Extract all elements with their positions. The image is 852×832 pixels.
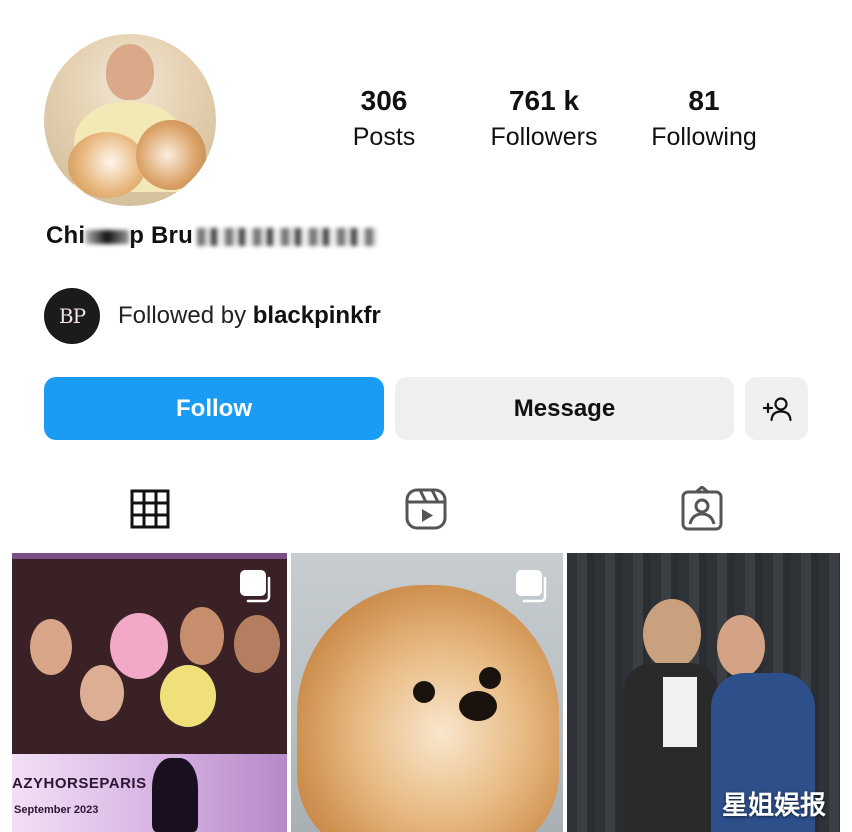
reels-icon — [405, 488, 447, 530]
photo-person — [717, 615, 765, 677]
photo-dog-nose — [459, 691, 497, 721]
photo-person — [160, 665, 216, 727]
posts-stat[interactable]: 306 Posts — [309, 86, 459, 154]
following-stat[interactable]: 81 Following — [629, 86, 779, 154]
multiple-photos-icon — [516, 570, 547, 603]
tab-posts-grid[interactable] — [127, 486, 173, 532]
tab-reels[interactable] — [403, 486, 449, 532]
follow-button[interactable]: Follow — [44, 377, 384, 440]
message-button[interactable]: Message — [395, 377, 734, 440]
followed-by-prefix: Followed by — [118, 302, 247, 329]
photo-dog — [297, 585, 559, 832]
follower-avatar: BP — [44, 288, 100, 344]
post-thumbnail[interactable]: AZYHORSEPARIS September 2023 — [12, 553, 287, 832]
photo-person — [180, 607, 224, 665]
post-top-band — [12, 553, 287, 559]
posts-label: Posts — [352, 123, 416, 151]
profile-avatar[interactable] — [44, 34, 216, 206]
avatar-dog — [68, 132, 146, 198]
profile-name-text: Chi — [46, 222, 86, 249]
photo-person — [80, 665, 124, 721]
tab-tagged[interactable] — [679, 486, 725, 532]
photo-person-outfit — [663, 677, 697, 747]
following-count: 81 — [688, 85, 720, 116]
followed-by-text: Followed by blackpinkfr — [118, 302, 381, 330]
profile-name-redaction — [85, 229, 130, 244]
avatar-dog — [136, 120, 206, 190]
photo-person — [30, 619, 72, 675]
followed-by-row[interactable]: BP Followed by blackpinkfr — [44, 288, 381, 344]
profile-name: Chi p Bru — [46, 222, 377, 250]
posts-count: 306 — [360, 85, 408, 116]
tagged-icon — [681, 486, 723, 531]
followers-count: 761 k — [508, 85, 580, 116]
watermark: 星姐娱报 — [721, 791, 826, 821]
avatar-person-head — [106, 44, 154, 100]
photo-person — [643, 599, 701, 669]
followers-stat[interactable]: 761 k Followers — [469, 86, 619, 154]
photo-dog-eye — [479, 667, 501, 689]
banner-silhouette — [152, 758, 198, 832]
grid-icon — [130, 489, 170, 529]
event-banner — [12, 754, 287, 832]
photo-dog-eye — [413, 681, 435, 703]
multiple-photos-icon — [240, 570, 271, 603]
profile-name-text-2: p Bru — [129, 222, 193, 249]
photo-person — [110, 613, 168, 679]
photo-person — [234, 615, 280, 673]
post-thumbnail[interactable]: 星姐娱报 — [567, 553, 840, 832]
profile-name-redaction — [196, 227, 377, 246]
followed-by-username: blackpinkfr — [252, 302, 381, 329]
suggested-users-button[interactable] — [745, 377, 808, 440]
following-label: Following — [651, 123, 757, 151]
banner-caption: AZYHORSEPARIS — [12, 775, 147, 792]
post-thumbnail[interactable] — [291, 553, 563, 832]
banner-date: September 2023 — [14, 804, 99, 816]
person-add-icon — [762, 396, 792, 421]
followers-label: Followers — [490, 123, 598, 151]
